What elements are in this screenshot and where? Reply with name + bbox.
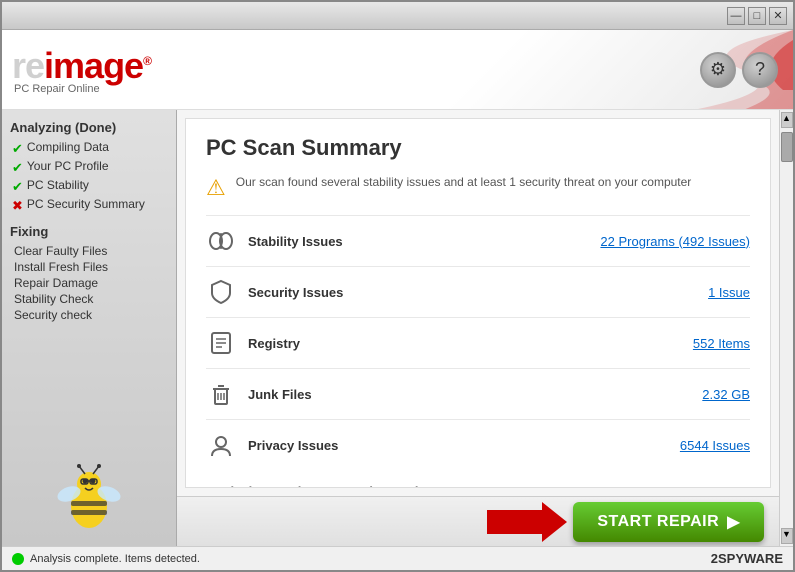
junk-value[interactable]: 2.32 GB [702,387,750,402]
stability-value[interactable]: 22 Programs (492 Issues) [600,234,750,249]
stability-icon [206,226,236,256]
main-area: Analyzing (Done) ✔ Compiling Data ✔ Your… [2,110,793,546]
scroll-up-button[interactable]: ▲ [781,112,793,128]
header-icons: ⚙ ? [700,52,778,88]
bottom-right: START REPAIR ▶ [487,500,764,544]
scan-title: PC Scan Summary [206,135,750,161]
logo-image: image [44,45,143,86]
status-brand-suffix: E [774,551,783,566]
security-value[interactable]: 1 Issue [708,285,750,300]
sidebar-item-stability: ✔ PC Stability [10,178,168,195]
play-icon: ▶ [727,512,740,532]
scrollbar-thumb[interactable] [781,132,793,162]
logo: reimage® PC Repair Online [12,45,151,95]
arrow-indicator [487,500,567,544]
stability-row: Stability Issues 22 Programs (492 Issues… [206,215,750,266]
privacy-icon [206,430,236,460]
fixing-link-clear[interactable]: Clear Faulty Files [10,244,168,258]
registry-icon [206,328,236,358]
check-icon-stability: ✔ [12,179,23,195]
cross-icon-security: ✖ [12,198,23,214]
fixing-link-install[interactable]: Install Fresh Files [10,260,168,274]
sidebar: Analyzing (Done) ✔ Compiling Data ✔ Your… [2,110,177,546]
scroll-track[interactable] [780,164,793,526]
privacy-label: Privacy Issues [248,438,668,453]
stability-label: Stability Issues [248,234,588,249]
status-bar: Analysis complete. Items detected. 2SPYW… [2,546,793,570]
registry-row: Registry 552 Items [206,317,750,368]
fixing-link-security-check[interactable]: Security check [10,308,168,322]
content-panel: PC Scan Summary ⚠ Our scan found several… [185,118,771,488]
sidebar-item-compiling: ✔ Compiling Data [10,140,168,157]
bee-mascot [49,456,129,536]
junk-row: Junk Files 2.32 GB [206,368,750,419]
content-area: PC Scan Summary ⚠ Our scan found several… [177,110,779,546]
sidebar-label-security-summary: PC Security Summary [27,197,145,211]
main-window: — □ ✕ reimage® PC Repair Online ⚙ ? Anal [0,0,795,572]
check-icon-compiling: ✔ [12,141,23,157]
registry-label: Registry [248,336,681,351]
fixing-link-stability[interactable]: Stability Check [10,292,168,306]
registry-value[interactable]: 552 Items [693,336,750,351]
bottom-action-bar: START REPAIR ▶ [177,496,779,546]
status-text: Analysis complete. Items detected. [30,553,200,565]
help-icon-button[interactable]: ? [742,52,778,88]
status-left: Analysis complete. Items detected. [12,553,200,565]
analysis-complete-text: Analysis complete. Items detected [206,484,750,488]
security-row: Security Issues 1 Issue [206,266,750,317]
fixing-title: Fixing [10,224,168,239]
logo-registered: ® [143,54,151,68]
security-label: Security Issues [248,285,696,300]
sidebar-item-profile: ✔ Your PC Profile [10,159,168,176]
sidebar-label-compiling: Compiling Data [27,140,109,154]
junk-label: Junk Files [248,387,690,402]
security-icon [206,277,236,307]
settings-icon-button[interactable]: ⚙ [700,52,736,88]
logo-re: re [12,45,44,86]
close-button[interactable]: ✕ [769,7,787,25]
title-bar: — □ ✕ [2,2,793,30]
privacy-row: Privacy Issues 6544 Issues [206,419,750,470]
junk-icon [206,379,236,409]
check-icon-profile: ✔ [12,160,23,176]
scroll-down-button[interactable]: ▼ [781,528,793,544]
sidebar-label-stability: PC Stability [27,178,89,192]
status-dot [12,553,24,565]
logo-text: reimage® [12,45,151,87]
scrollbar[interactable]: ▲ ▼ [779,110,793,546]
warning-icon: ⚠ [206,175,226,201]
warning-box: ⚠ Our scan found several stability issue… [206,173,750,201]
start-repair-button[interactable]: START REPAIR ▶ [573,502,764,542]
header: reimage® PC Repair Online ⚙ ? [2,30,793,110]
fixing-link-repair[interactable]: Repair Damage [10,276,168,290]
privacy-value[interactable]: 6544 Issues [680,438,750,453]
sidebar-item-security-summary: ✖ PC Security Summary [10,197,168,214]
warning-text: Our scan found several stability issues … [236,173,692,191]
maximize-button[interactable]: □ [748,7,766,25]
status-brand-name: 2SPYWAR [711,551,775,566]
minimize-button[interactable]: — [727,7,745,25]
logo-subtitle: PC Repair Online [14,83,151,95]
start-repair-label: START REPAIR [597,513,719,531]
fixing-section: Fixing Clear Faulty Files Install Fresh … [10,224,168,322]
sidebar-label-profile: Your PC Profile [27,159,109,173]
status-brand: 2SPYWARE [711,551,783,566]
analyzing-title: Analyzing (Done) [10,120,168,135]
